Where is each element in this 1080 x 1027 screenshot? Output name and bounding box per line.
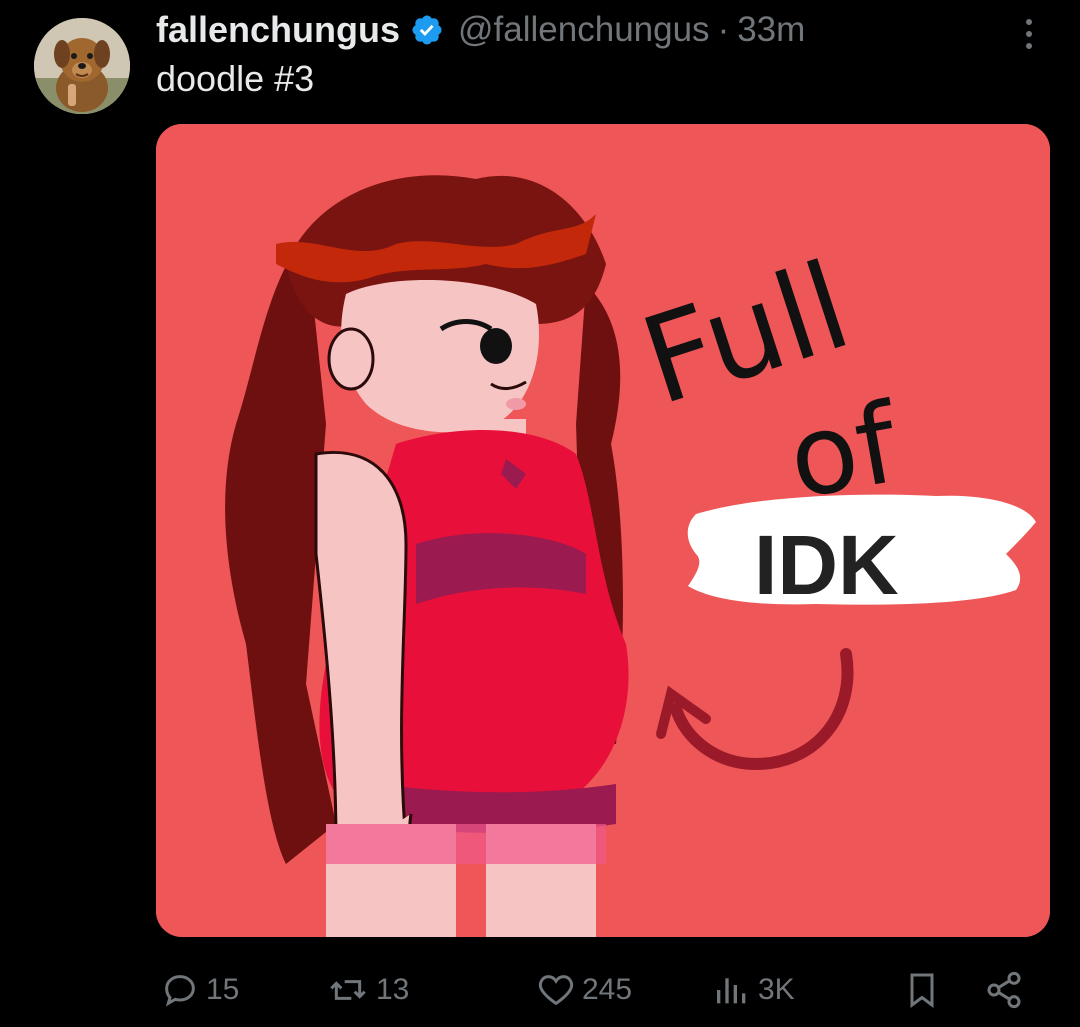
- tweet[interactable]: fallenchungus @fallenchungus · 33m doodl…: [0, 0, 1080, 1027]
- verified-badge-icon: [410, 13, 444, 47]
- heart-icon: [536, 970, 576, 1010]
- bookmark-icon: [902, 970, 942, 1010]
- display-name[interactable]: fallenchungus: [156, 9, 400, 51]
- retweet-count: 13: [376, 973, 410, 1006]
- tweet-actions: 15 13 245 3K: [156, 960, 1046, 1020]
- handle[interactable]: @fallenchungus: [458, 10, 710, 50]
- views-button[interactable]: 3K: [712, 960, 795, 1020]
- views-icon: [712, 970, 752, 1010]
- tweet-header: fallenchungus @fallenchungus · 33m: [156, 8, 805, 52]
- share-icon: [984, 970, 1024, 1010]
- reply-count: 15: [206, 973, 240, 1006]
- share-button[interactable]: [984, 960, 1024, 1020]
- retweet-button[interactable]: 13: [326, 960, 409, 1020]
- dog-avatar-icon[interactable]: [34, 18, 130, 114]
- like-count: 245: [582, 973, 633, 1006]
- more-options-icon[interactable]: [1014, 14, 1044, 54]
- retweet-icon: [326, 970, 370, 1010]
- separator-dot: ·: [717, 10, 730, 49]
- bookmark-button[interactable]: [902, 960, 942, 1020]
- tweet-text: doodle #3: [156, 58, 315, 99]
- timestamp[interactable]: 33m: [737, 10, 805, 50]
- reply-icon: [160, 970, 200, 1010]
- like-button[interactable]: 245: [536, 960, 632, 1020]
- tweet-image[interactable]: Full of IDK: [156, 124, 1050, 937]
- reply-button[interactable]: 15: [160, 960, 239, 1020]
- views-count: 3K: [758, 973, 795, 1006]
- image-text-idk: IDK: [754, 518, 899, 612]
